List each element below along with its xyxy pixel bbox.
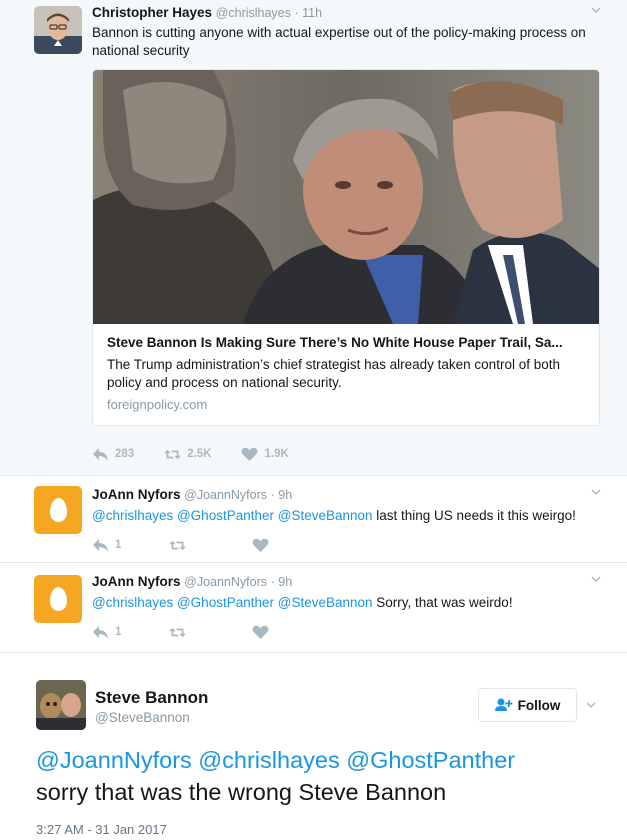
retweet-icon	[164, 449, 182, 459]
tweet-actions: 1	[92, 537, 305, 553]
avatar[interactable]	[34, 6, 82, 54]
egg-icon	[49, 587, 67, 611]
reply-count: 1	[115, 626, 122, 638]
tweet-text: Bannon is cutting anyone with actual exp…	[92, 25, 586, 58]
reply-icon	[93, 447, 108, 461]
reply-button[interactable]: 1	[92, 537, 121, 553]
reply-button[interactable]: 1	[92, 624, 121, 640]
retweet-button[interactable]: 2.5K	[164, 446, 211, 462]
card-image	[93, 70, 599, 324]
mentions[interactable]: @chrislhayes @GhostPanther @SteveBannon	[92, 595, 373, 610]
like-count: 1.9K	[264, 448, 289, 460]
add-user-icon	[494, 698, 513, 711]
reply-count: 1	[115, 539, 122, 551]
retweet-button[interactable]	[169, 537, 192, 553]
tweet-actions: 283 2.5K 1.9K	[92, 446, 319, 462]
tweet-header: Christopher Hayes @chrislhayes · 11h	[92, 5, 322, 20]
like-button[interactable]: 1.9K	[241, 446, 289, 462]
tweet-body: last thing US needs it this weirgo!	[372, 508, 576, 523]
link-card[interactable]: Steve Bannon Is Making Sure There’s No W…	[92, 69, 600, 426]
main-tweet-body: sorry that was the wrong Steve Bannon	[36, 779, 447, 805]
chevron-down-icon[interactable]	[591, 487, 601, 497]
avatar[interactable]	[34, 575, 82, 623]
avatar[interactable]	[34, 486, 82, 534]
retweet-button[interactable]	[169, 624, 192, 640]
user-handle[interactable]: @chrislhayes	[216, 6, 291, 20]
main-user-name[interactable]: Steve Bannon	[95, 688, 208, 708]
reply-button[interactable]: 283	[92, 446, 134, 462]
main-tweet-text: @JoannNyfors @chrislhayes @GhostPanther …	[36, 744, 596, 808]
like-button[interactable]	[252, 537, 275, 553]
tweet-actions: 1	[92, 624, 305, 640]
chevron-down-icon[interactable]	[591, 5, 601, 15]
heart-icon	[241, 447, 258, 461]
user-name[interactable]: JoAnn Nyfors	[92, 574, 181, 589]
heart-icon	[252, 625, 269, 639]
retweet-icon	[169, 627, 187, 637]
tweet-timestamp[interactable]: 3:27 AM - 31 Jan 2017	[36, 822, 167, 837]
avatar[interactable]	[36, 680, 86, 730]
retweet-count: 2.5K	[187, 448, 212, 460]
tweet-header: JoAnn Nyfors @JoannNyfors · 9h	[92, 574, 292, 589]
like-button[interactable]	[252, 624, 275, 640]
tweet-text: @chrislhayes @GhostPanther @SteveBannon …	[92, 507, 602, 525]
chevron-down-icon[interactable]	[586, 700, 596, 710]
follow-label: Follow	[517, 697, 561, 713]
mentions[interactable]: @chrislhayes @GhostPanther @SteveBannon	[92, 508, 373, 523]
egg-icon	[49, 498, 67, 522]
reply-icon	[93, 538, 108, 552]
chevron-down-icon[interactable]	[591, 574, 601, 584]
tweet-text: @chrislhayes @GhostPanther @SteveBannon …	[92, 594, 602, 612]
heart-icon	[252, 538, 269, 552]
tweet-header: JoAnn Nyfors @JoannNyfors · 9h	[92, 487, 292, 502]
tweet-time[interactable]: · 9h	[271, 575, 293, 589]
card-domain: foreignpolicy.com	[107, 397, 208, 412]
tweet-time[interactable]: · 11h	[295, 6, 323, 20]
user-handle[interactable]: @JoannNyfors	[184, 575, 267, 589]
tweet-body: Sorry, that was weirdo!	[372, 595, 513, 610]
tweet[interactable]: Christopher Hayes @chrislhayes · 11h Ban…	[0, 0, 627, 475]
mentions[interactable]: @JoannNyfors @chrislhayes @GhostPanther	[36, 747, 515, 773]
card-title[interactable]: Steve Bannon Is Making Sure There’s No W…	[107, 334, 587, 352]
main-user-handle[interactable]: @SteveBannon	[95, 710, 190, 725]
user-handle[interactable]: @JoannNyfors	[184, 488, 267, 502]
tweet-time[interactable]: · 9h	[271, 488, 293, 502]
user-name[interactable]: Christopher Hayes	[92, 5, 212, 20]
user-name[interactable]: JoAnn Nyfors	[92, 487, 181, 502]
retweet-icon	[169, 540, 187, 550]
reply-count: 283	[115, 448, 135, 460]
reply-icon	[93, 625, 108, 639]
follow-button[interactable]: Follow	[478, 688, 577, 722]
card-description: The Trump administration’s chief strateg…	[107, 357, 560, 390]
